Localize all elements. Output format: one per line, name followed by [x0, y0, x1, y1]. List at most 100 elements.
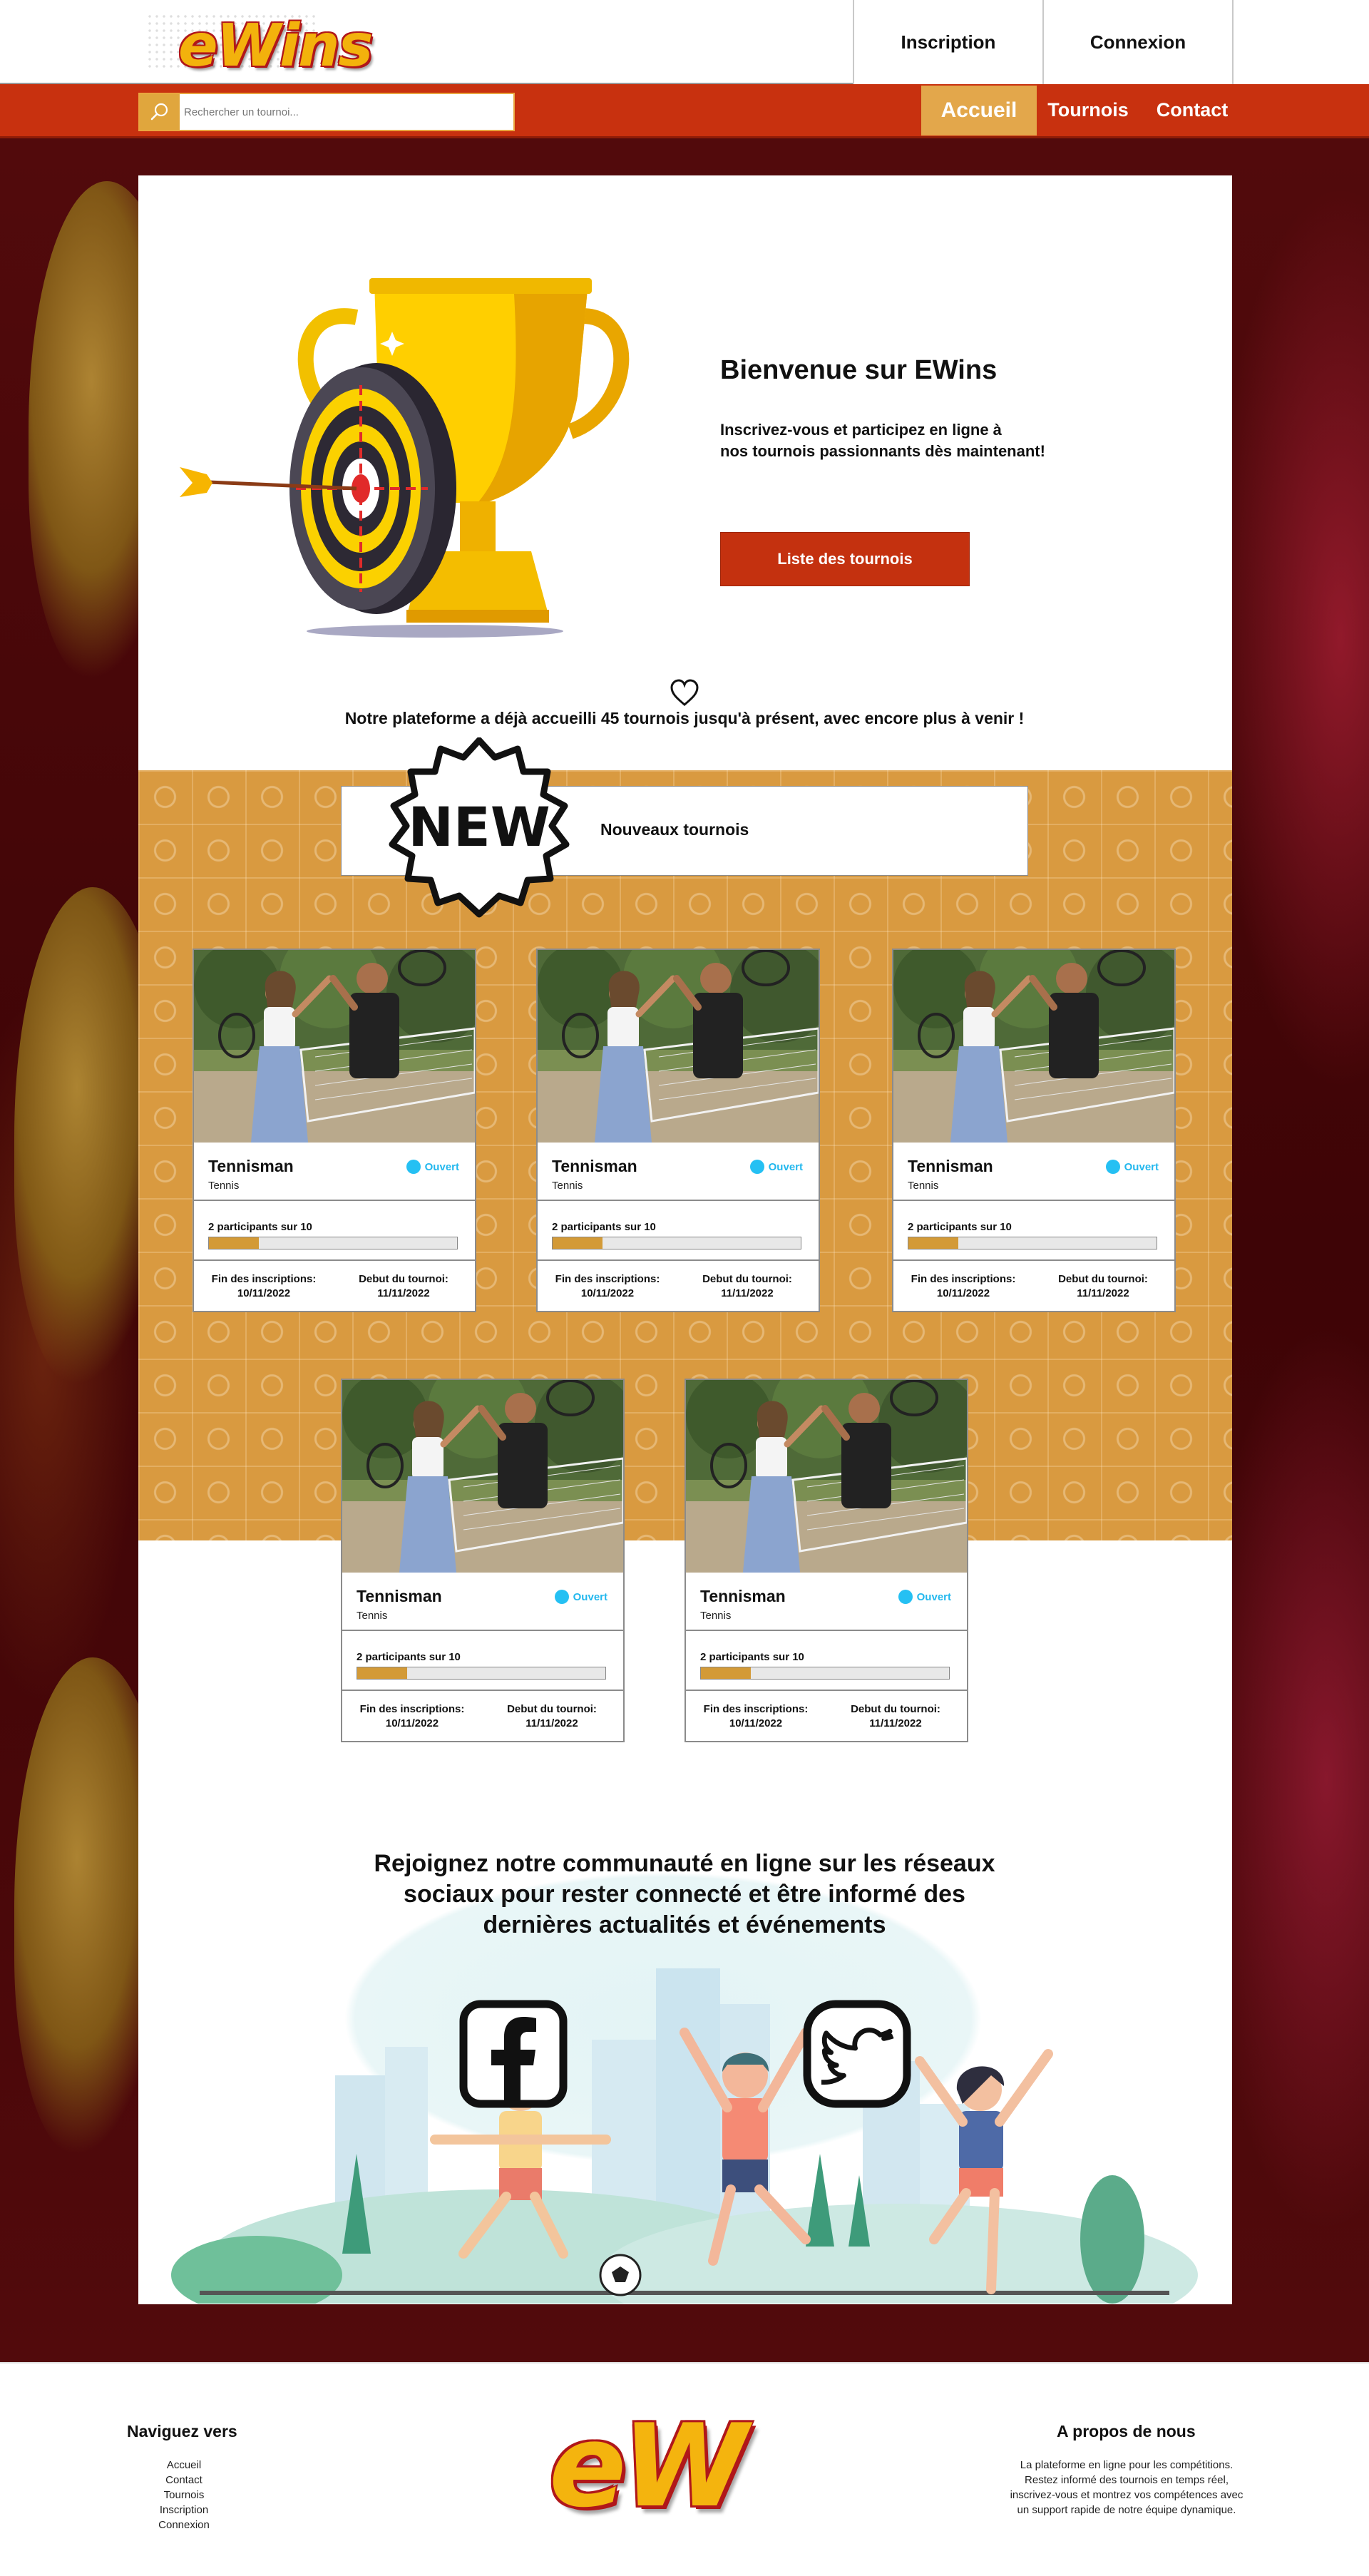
dart-flight — [180, 467, 212, 497]
participants-count: 2 participants sur 10 — [357, 1651, 461, 1663]
card-sport: Tennis — [552, 1180, 583, 1192]
card-divider — [342, 1690, 623, 1691]
card-title: Tennisman — [552, 1157, 637, 1175]
tournament-card[interactable]: Tennisman Tennis Ouvert 2 participants sur … — [536, 949, 820, 1312]
participants-progress-bar — [908, 1237, 1157, 1249]
community-title: Rejoignez notre communauté en ligne sur … — [328, 1849, 1041, 1941]
registration-date: 10/11/2022 — [729, 1717, 783, 1729]
nav-contact[interactable]: Contact — [1148, 84, 1236, 136]
participants-progress-bar — [208, 1237, 458, 1249]
registration-date: 10/11/2022 — [237, 1287, 291, 1299]
search-button[interactable] — [140, 94, 180, 130]
new-badge-text: NEW — [408, 795, 550, 859]
new-tournaments-title: Nouveaux tournois — [600, 820, 749, 839]
tennis-photo — [686, 1380, 967, 1573]
registration-deadline: Fin des inscriptions: 10/11/2022 — [893, 1272, 1033, 1301]
search-icon — [150, 103, 168, 121]
card-title: Tennisman — [700, 1587, 786, 1605]
ewins-logo[interactable]: eWins — [178, 17, 373, 76]
kid-3-arm — [995, 2049, 1053, 2127]
trophy-dartboard-illustration — [180, 278, 630, 638]
heart-icon — [670, 679, 699, 706]
pine-tree — [806, 2154, 834, 2247]
tournament-card[interactable]: Tennisman Tennis Ouvert 2 participants sur … — [892, 949, 1176, 1312]
status-dot-icon — [749, 1160, 764, 1174]
footer-link-connexion[interactable]: Connexion — [100, 2518, 268, 2532]
footer-logo[interactable]: eW — [549, 2409, 748, 2523]
about-line: un support rapide de notre équipe dynami… — [1017, 2504, 1236, 2516]
status-label: Ouvert — [573, 1590, 607, 1603]
tournament-card[interactable]: Tennisman Tennis Ouvert 2 participants sur … — [341, 1379, 625, 1742]
participants-count: 2 participants sur 10 — [908, 1221, 1012, 1233]
progress-fill — [209, 1237, 259, 1249]
footer-link-contact[interactable]: Contact — [100, 2473, 268, 2488]
nav-accueil[interactable]: Accueil — [921, 86, 1037, 136]
start-label: Debut du tournoi: — [851, 1703, 940, 1715]
trophy-stem — [460, 501, 496, 551]
card-divider — [893, 1200, 1174, 1201]
connexion-button[interactable]: Connexion — [1042, 0, 1232, 84]
footer-link-tournois[interactable]: Tournois — [100, 2488, 268, 2503]
nav-tournois[interactable]: Tournois — [1044, 84, 1132, 136]
about-line: Restez informé des tournois en temps rée… — [1025, 2474, 1229, 2486]
hero-line-1: Inscrivez-vous et participez en ligne à — [720, 421, 1002, 439]
search-input[interactable] — [184, 94, 509, 130]
status-dot-icon — [1105, 1160, 1120, 1174]
participants-progress-bar — [700, 1667, 950, 1680]
start-date: 11/11/2022 — [1077, 1287, 1129, 1299]
tennis-photo — [194, 950, 475, 1143]
footer-link-accueil[interactable]: Accueil — [100, 2458, 268, 2473]
tournament-card[interactable]: Tennisman Tennis Ouvert 2 participants sur … — [684, 1379, 968, 1742]
progress-fill — [701, 1667, 751, 1679]
start-date: 11/11/2022 — [377, 1287, 430, 1299]
tournament-list-button[interactable]: Liste des tournois — [720, 532, 970, 586]
tournament-card[interactable]: Tennisman Tennis Ouvert 2 participants sur … — [193, 949, 476, 1312]
progress-fill — [908, 1237, 958, 1249]
footer-about-text: La plateforme en ligne pour les compétit… — [998, 2458, 1255, 2518]
trophy-base-plate — [406, 610, 549, 623]
status-label: Ouvert — [424, 1160, 459, 1173]
card-title: Tennisman — [357, 1587, 442, 1605]
progress-fill — [553, 1237, 603, 1249]
card-title: Tennisman — [908, 1157, 993, 1175]
city-building — [656, 1968, 720, 2239]
tournament-start: Debut du tournoi: 11/11/2022 — [334, 1272, 473, 1301]
registration-label: Fin des inscriptions: — [555, 1273, 660, 1285]
tennis-photo — [342, 1380, 623, 1573]
kid-3-leg — [986, 2188, 1000, 2294]
community-line-1: Rejoignez notre communauté en ligne sur … — [374, 1850, 995, 1877]
start-label: Debut du tournoi: — [359, 1273, 448, 1285]
community-line-3: dernières actualités et événements — [483, 1911, 886, 1938]
registration-deadline: Fin des inscriptions: 10/11/2022 — [194, 1272, 334, 1301]
facebook-icon[interactable] — [459, 2000, 568, 2108]
inscription-button[interactable]: Inscription — [853, 0, 1042, 84]
status-label: Ouvert — [1124, 1160, 1159, 1173]
start-date: 11/11/2022 — [721, 1287, 774, 1299]
tournament-start: Debut du tournoi: 11/11/2022 — [677, 1272, 817, 1301]
about-line: La plateforme en ligne pour les compétit… — [1020, 2459, 1234, 2471]
tournament-start: Debut du tournoi: 11/11/2022 — [1033, 1272, 1173, 1301]
card-divider — [342, 1630, 623, 1631]
hero-line-2: nos tournois passionnants dès maintenant… — [720, 442, 1045, 460]
registration-date: 10/11/2022 — [580, 1287, 635, 1299]
card-divider — [686, 1690, 967, 1691]
status-dot-icon — [406, 1160, 421, 1174]
card-sport: Tennis — [700, 1610, 732, 1622]
footer-nav-title: Naviguez vers — [127, 2422, 237, 2440]
twitter-icon[interactable] — [803, 2000, 911, 2108]
card-divider — [194, 1200, 475, 1201]
status-badge: Ouvert — [554, 1590, 607, 1604]
status-label: Ouvert — [916, 1590, 951, 1603]
participants-count: 2 participants sur 10 — [700, 1651, 804, 1663]
card-divider — [686, 1630, 967, 1631]
tennis-photo — [893, 950, 1174, 1143]
new-badge-icon: NEW — [389, 737, 570, 918]
start-date: 11/11/2022 — [525, 1717, 578, 1729]
registration-label: Fin des inscriptions: — [211, 1273, 317, 1285]
card-title: Tennisman — [208, 1157, 294, 1175]
status-label: Ouvert — [768, 1160, 803, 1173]
header-end-cell — [1232, 0, 1369, 84]
trophy-rim — [369, 278, 592, 294]
card-divider — [893, 1259, 1174, 1261]
footer-link-inscription[interactable]: Inscription — [100, 2503, 268, 2518]
